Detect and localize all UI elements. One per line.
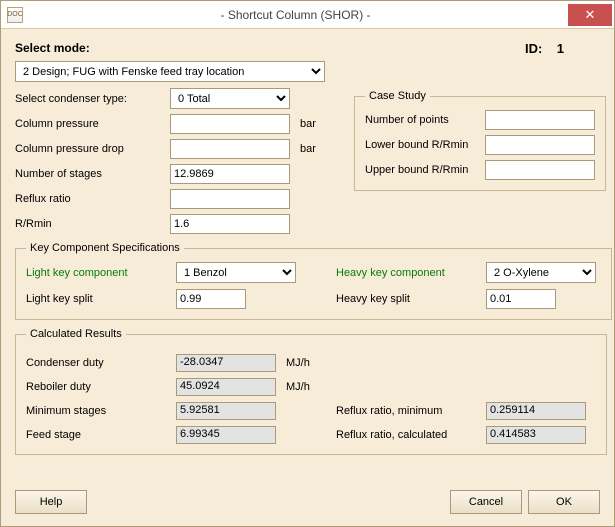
reflux-ratio-calc-label: Reflux ratio, calculated xyxy=(336,429,486,441)
reflux-ratio-min-label: Reflux ratio, minimum xyxy=(336,405,486,417)
reboiler-duty-label: Reboiler duty xyxy=(26,381,176,393)
id-block: ID: 1 xyxy=(525,41,564,56)
help-button[interactable]: Help xyxy=(15,490,87,514)
light-key-split-input[interactable] xyxy=(176,289,246,309)
condenser-type-label: Select condenser type: xyxy=(15,93,170,105)
id-label: ID: xyxy=(525,41,542,56)
id-value: 1 xyxy=(557,41,564,56)
reflux-ratio-min-value: 0.259114 xyxy=(486,402,586,420)
key-component-group: Key Component Specifications Light key c… xyxy=(15,242,612,320)
num-points-input[interactable] xyxy=(485,110,595,130)
reboiler-duty-unit: MJ/h xyxy=(286,381,336,393)
num-stages-label: Number of stages xyxy=(15,168,170,180)
dialog-window: DOC - Shortcut Column (SHOR) - ✕ ID: 1 S… xyxy=(0,0,615,527)
case-study-group: Case Study Number of points Lower bound … xyxy=(354,90,606,191)
condenser-duty-value: -28.0347 xyxy=(176,354,276,372)
light-key-split-label: Light key split xyxy=(26,293,176,305)
title-bar: DOC - Shortcut Column (SHOR) - ✕ xyxy=(1,1,614,29)
column-pressure-drop-input[interactable] xyxy=(170,139,290,159)
calculated-results-group: Calculated Results Condenser duty -28.03… xyxy=(15,328,607,455)
case-study-legend: Case Study xyxy=(365,90,430,102)
window-title: - Shortcut Column (SHOR) - xyxy=(23,8,568,22)
column-pressure-label: Column pressure xyxy=(15,118,170,130)
dialog-content: ID: 1 Select mode: 2 Design; FUG with Fe… xyxy=(1,29,614,490)
minimum-stages-label: Minimum stages xyxy=(26,405,176,417)
light-key-comp-label: Light key component xyxy=(26,267,176,279)
reflux-ratio-label: Reflux ratio xyxy=(15,193,170,205)
key-component-legend: Key Component Specifications xyxy=(26,242,184,254)
dialog-footer: Help Cancel OK xyxy=(1,490,614,526)
close-icon: ✕ xyxy=(585,7,596,23)
condenser-duty-label: Condenser duty xyxy=(26,357,176,369)
heavy-key-split-label: Heavy key split xyxy=(336,293,486,305)
close-button[interactable]: ✕ xyxy=(568,4,612,26)
column-pressure-input[interactable] xyxy=(170,114,290,134)
upper-bound-input[interactable] xyxy=(485,160,595,180)
r-rmin-input[interactable] xyxy=(170,214,290,234)
condenser-type-select[interactable]: 0 Total xyxy=(170,88,290,109)
heavy-key-comp-label: Heavy key component xyxy=(336,267,486,279)
condenser-duty-unit: MJ/h xyxy=(286,357,336,369)
column-pressure-unit: bar xyxy=(300,118,340,130)
lower-bound-label: Lower bound R/Rmin xyxy=(365,139,485,151)
column-pressure-drop-label: Column pressure drop xyxy=(15,143,170,155)
column-pressure-drop-unit: bar xyxy=(300,143,340,155)
num-points-label: Number of points xyxy=(365,114,485,126)
light-key-comp-select[interactable]: 1 Benzol xyxy=(176,262,296,283)
calculated-results-legend: Calculated Results xyxy=(26,328,126,340)
lower-bound-input[interactable] xyxy=(485,135,595,155)
minimum-stages-value: 5.92581 xyxy=(176,402,276,420)
feed-stage-label: Feed stage xyxy=(26,429,176,441)
mode-select[interactable]: 2 Design; FUG with Fenske feed tray loca… xyxy=(15,61,325,82)
select-mode-label: Select mode: xyxy=(15,41,90,55)
r-rmin-label: R/Rmin xyxy=(15,218,170,230)
ok-button[interactable]: OK xyxy=(528,490,600,514)
upper-bound-label: Upper bound R/Rmin xyxy=(365,164,485,176)
reboiler-duty-value: 45.0924 xyxy=(176,378,276,396)
heavy-key-comp-select[interactable]: 2 O-Xylene xyxy=(486,262,596,283)
heavy-key-split-input[interactable] xyxy=(486,289,556,309)
num-stages-input[interactable] xyxy=(170,164,290,184)
reflux-ratio-calc-value: 0.414583 xyxy=(486,426,586,444)
feed-stage-value: 6.99345 xyxy=(176,426,276,444)
cancel-button[interactable]: Cancel xyxy=(450,490,522,514)
reflux-ratio-input[interactable] xyxy=(170,189,290,209)
app-icon: DOC xyxy=(7,7,23,23)
